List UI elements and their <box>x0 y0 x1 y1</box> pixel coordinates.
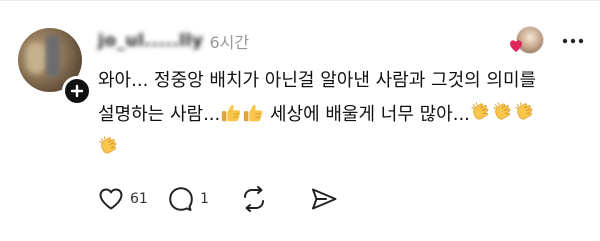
send-icon <box>312 188 337 210</box>
repost-button[interactable] <box>240 184 310 214</box>
timestamp: 6시간 <box>209 33 250 52</box>
heart-outline-icon <box>99 188 123 210</box>
liked-by-author <box>508 26 544 56</box>
follow-button[interactable] <box>62 76 92 106</box>
action-bar: 61 1 <box>98 184 338 214</box>
clapping-hands-emoji-icon <box>99 136 117 154</box>
comment-line-2-end: 세상에 배울게 너무 많아... <box>264 104 470 125</box>
thumbs-up-emoji-icon <box>222 105 241 122</box>
repost-icon <box>244 186 264 212</box>
heart-icon <box>510 40 522 52</box>
like-count: 61 <box>130 191 148 207</box>
commenter-avatar-wrap[interactable] <box>18 28 92 106</box>
share-button[interactable] <box>310 184 338 214</box>
reply-count: 1 <box>200 191 209 207</box>
more-options-button[interactable] <box>560 28 586 54</box>
comment-body: 와아... 정중앙 배치가 아닌걸 알아낸 사람과 그것의 의미를 설명하는 사… <box>98 64 588 166</box>
comment-line-2-start: 설명하는 사람... <box>98 104 221 125</box>
comment-line-2: 설명하는 사람... 세상에 배울게 너무 많아... <box>98 98 588 132</box>
comment-line-1: 와아... 정중앙 배치가 아닌걸 알아낸 사람과 그것의 의미를 <box>98 70 537 91</box>
like-button[interactable]: 61 <box>98 184 168 214</box>
comment-header: jo_ul.....lly 6시간 <box>98 28 249 54</box>
top-divider <box>0 0 600 1</box>
plus-icon <box>70 84 84 98</box>
clapping-hands-emoji-icon <box>493 102 511 120</box>
more-options-icon <box>562 38 584 44</box>
header-right <box>508 26 586 56</box>
comment-line-3 <box>98 132 588 166</box>
clapping-hands-emoji-icon <box>471 102 489 120</box>
reply-button[interactable]: 1 <box>168 184 240 214</box>
clapping-hands-emoji-icon <box>515 102 533 120</box>
thumbs-up-emoji-icon <box>244 105 263 122</box>
comment-bubble-icon <box>169 187 193 211</box>
username[interactable]: jo_ul.....lly <box>98 31 203 51</box>
